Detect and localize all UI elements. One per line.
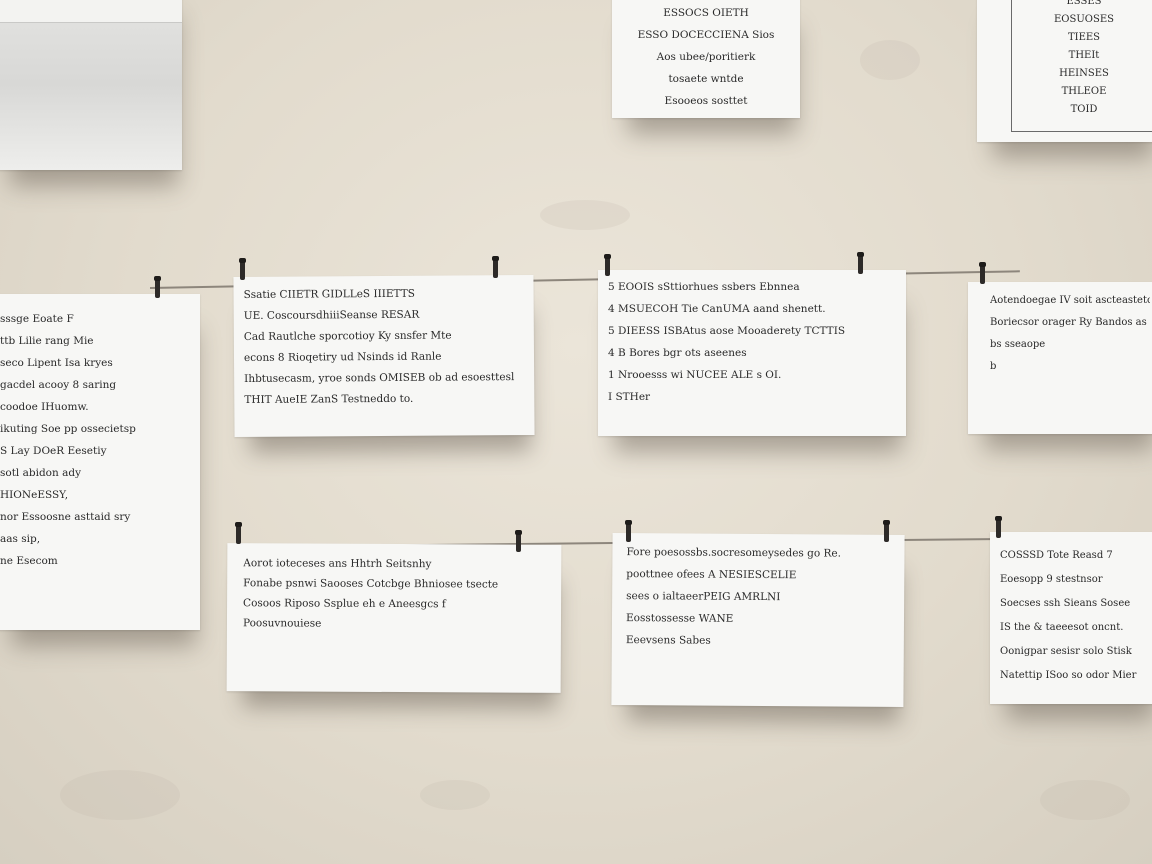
note-line: 5 EOOIS sSttiorhues ssbers Ebnnea	[608, 281, 800, 293]
note-line: b	[990, 361, 997, 372]
note-line: IS the & taeeesot oncnt.	[1000, 622, 1124, 633]
note-line: 1 Nrooesss wi NUCEE ALE s OI.	[608, 369, 782, 381]
note-line: sees o ialtaeerPEIG AMRLNI	[626, 590, 781, 604]
clothespin	[492, 256, 499, 278]
clothespin	[979, 262, 986, 284]
note-line: sotl abidon ady	[0, 467, 82, 479]
note-line: 5 DIEESS ISBAtus aose Mooaderety TCTTIS	[608, 325, 846, 337]
clothespin	[995, 516, 1002, 538]
note-line: 4 B Bores bgr ots aseenes	[608, 347, 747, 359]
clothespin	[857, 252, 864, 274]
note-line: Eoesopp 9 stestnsor	[1000, 574, 1103, 585]
note-line: bs sseaope	[990, 339, 1046, 350]
note-line: HEINSES	[1059, 68, 1109, 79]
note-line: Poosuvnouiese	[242, 617, 322, 630]
clothespin	[604, 254, 611, 276]
paper-row1-c: 5 EOOIS sSttiorhues ssbers Ebnnea 4 MSUE…	[598, 270, 906, 436]
note-line: Aos ubee/poritierk	[656, 51, 756, 63]
note-line: ESSOCS OIETH	[663, 7, 749, 19]
clothespin	[239, 258, 246, 280]
note-line: sssge Eoate F	[0, 313, 74, 325]
paper-row1-right: Aotendoegae IV soit ascteasteto Boriecso…	[968, 282, 1152, 434]
note-line: COSSSD Tote Reasd 7	[1000, 550, 1113, 561]
paper-top-center: ESSOCS OIETH ESSO DOCECCIENA Sios Aos ub…	[612, 0, 800, 118]
note-line: Fore poesossbs.socresomeysedes go Re.	[626, 546, 842, 560]
paper-top-right: ESSES EOSUOSES TIEES THEIt HEINSES THLEO…	[977, 0, 1152, 142]
note-line: HIONeESSY,	[0, 489, 69, 501]
note-line: I STHer	[608, 391, 651, 403]
wall-texture	[420, 780, 490, 810]
note-line: Ssatie CIIETR GIDLLeS IIIETTS	[243, 287, 415, 301]
paper-row2-c: Fore poesossbs.socresomeysedes go Re. po…	[611, 532, 905, 708]
note-line: Oonigpar sesisr solo Stisk	[1000, 646, 1132, 657]
note-line: Esooeos sosttet	[664, 95, 748, 107]
note-line: THEIt	[1068, 50, 1100, 61]
paper-row1-b: Ssatie CIIETR GIDLLeS IIIETTS UE. Coscou…	[233, 274, 535, 438]
note-line: tosaete wntde	[668, 73, 744, 85]
wall-texture	[540, 200, 630, 230]
note-line: ESSES	[1066, 0, 1102, 7]
note-line: Cad Rautlche sporcotioy Ky snsfer Mte	[243, 329, 452, 343]
clothespin	[515, 530, 522, 552]
note-line: gacdel acooy 8 saring	[0, 379, 117, 391]
wall-texture	[1040, 780, 1130, 820]
note-line: THLEOE	[1061, 86, 1107, 97]
note-line: nor Essoosne asttaid sry	[0, 511, 131, 523]
note-line: Boriecsor orager Ry Bandos as sugeest	[990, 317, 1150, 328]
note-line: TIEES	[1067, 32, 1101, 43]
paper-top-left	[0, 0, 182, 170]
note-line: Eeevsens Sabes	[625, 634, 711, 647]
note-line: Aorot ioteceses ans Hhtrh Seitsnhy	[243, 557, 432, 571]
note-line: Soecses ssh Sieans Sosee	[1000, 598, 1131, 609]
note-line: ESSO DOCECCIENA Sios	[637, 29, 775, 41]
clothespin	[235, 522, 242, 544]
note-line: coodoe IHuomw.	[0, 401, 89, 413]
note-line: Eosstossesse WANE	[625, 612, 734, 625]
note-line: Fonabe psnwi Saooses Cotcbge Bhniosee ts…	[243, 577, 499, 591]
note-line: ne Esecom	[0, 555, 58, 567]
clothespin	[883, 520, 890, 542]
note-line: aas sip,	[0, 533, 41, 545]
clothespin	[154, 276, 161, 298]
wall-texture	[860, 40, 920, 80]
note-line: ikuting Soe pp ossecietsp	[0, 423, 136, 435]
note-line: THIT AueIE ZanS Testneddo to.	[244, 392, 414, 406]
note-line: seco Lipent Isa kryes	[0, 357, 113, 369]
note-line: EOSUOSES	[1054, 14, 1114, 25]
clothespin	[625, 520, 632, 542]
wall: ESSOCS OIETH ESSO DOCECCIENA Sios Aos ub…	[0, 0, 1152, 864]
note-line: 4 MSUECOH Tie CanUMA aand shenett.	[608, 303, 826, 315]
note-line: Natettip ISoo so odor Mier	[1000, 670, 1137, 681]
note-line: Aotendoegae IV soit ascteasteto	[990, 295, 1150, 306]
note-line: Ihbtusecasm, yroe sonds OMISEB ob ad eso…	[244, 371, 515, 385]
note-line: UE. CoscoursdhiiiSeanse RESAR	[243, 308, 420, 322]
paper-row1-left: sssge Eoate F ttb Lilie rang Mie seco Li…	[0, 294, 200, 630]
note-line: TOID	[1070, 104, 1098, 115]
note-line: poottnee ofees A NESIESCELIE	[626, 568, 797, 582]
note-line: S Lay DOeR Eesetiy	[0, 445, 107, 457]
paper-row2-b: Aorot ioteceses ans Hhtrh Seitsnhy Fonab…	[226, 543, 562, 693]
paper-row2-right: COSSSD Tote Reasd 7 Eoesopp 9 stestnsor …	[990, 532, 1152, 704]
note-line: Cosoos Riposo Ssplue eh e Aneesgcs f	[243, 597, 446, 611]
note-line: econs 8 Rioqetiry ud Nsinds id Ranle	[243, 350, 442, 364]
wall-texture	[60, 770, 180, 820]
note-line: ttb Lilie rang Mie	[0, 335, 94, 347]
